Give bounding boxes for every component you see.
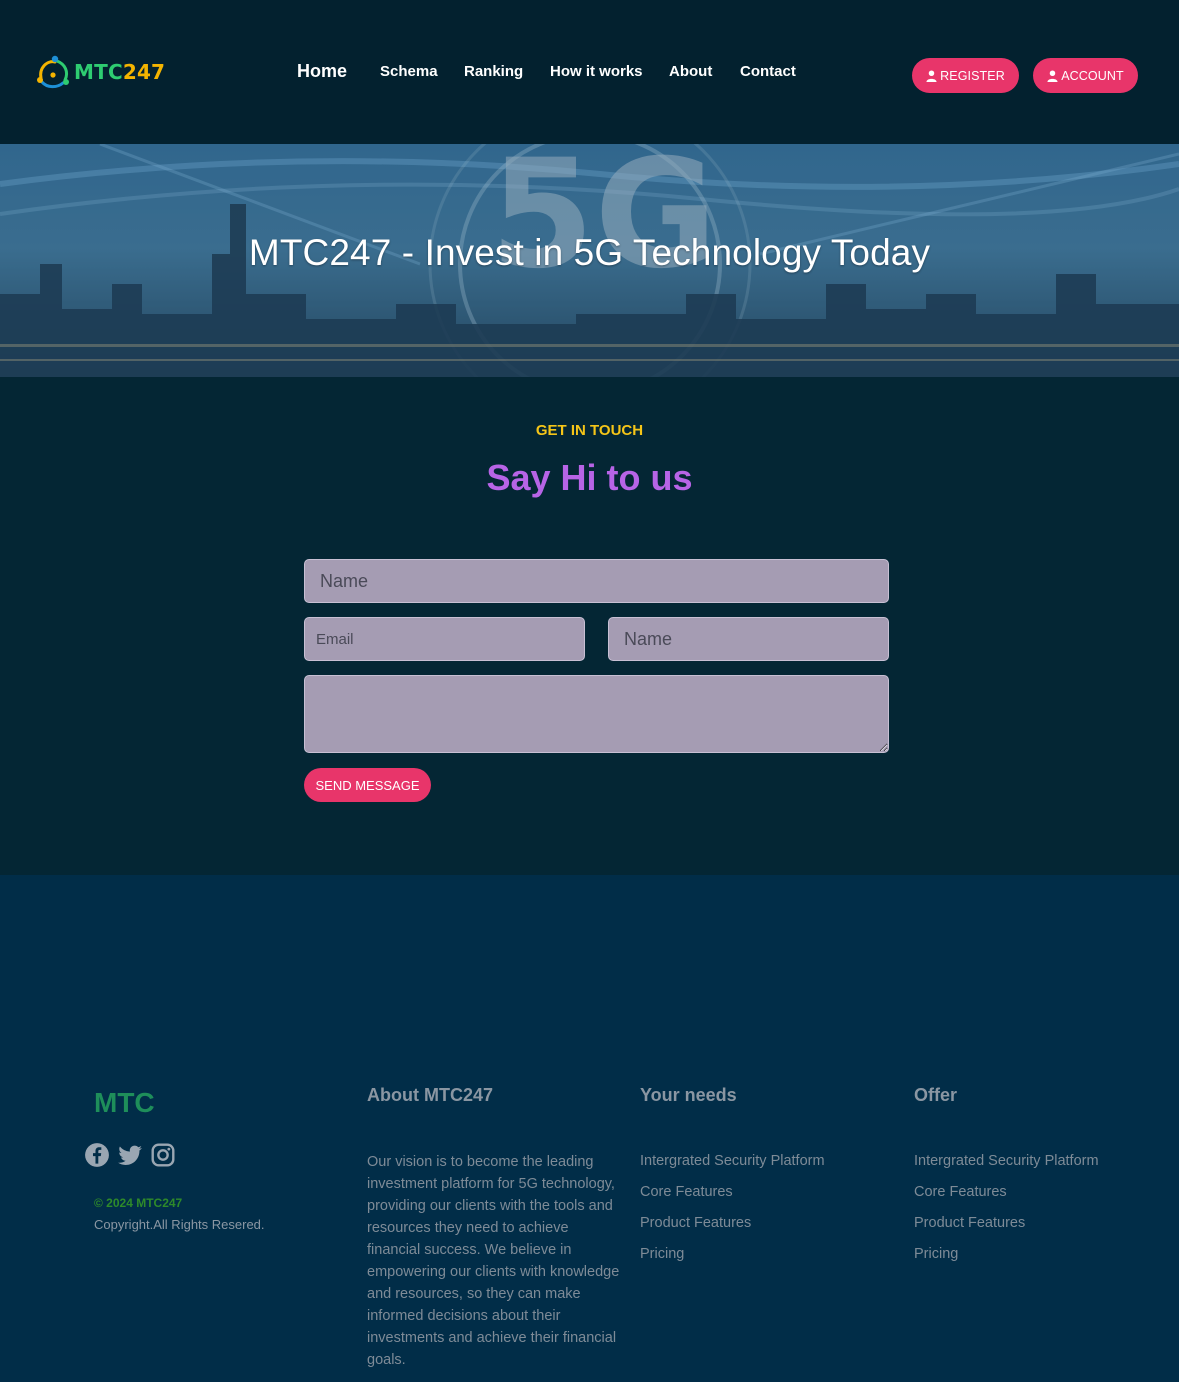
contact-eyebrow: GET IN TOUCH <box>535 422 644 439</box>
offer-link-pricing[interactable]: Pricing <box>914 1244 1099 1275</box>
needs-link-list: Intergrated Security Platform Core Featu… <box>640 1151 825 1275</box>
offer-link-security[interactable]: Intergrated Security Platform <box>914 1151 1099 1182</box>
nav-about[interactable]: About <box>669 60 712 84</box>
nav-schema[interactable]: Schema <box>380 60 438 84</box>
account-label: ACCOUNT <box>1061 68 1124 83</box>
nav-home[interactable]: Home <box>297 59 347 83</box>
needs-link-pricing[interactable]: Pricing <box>640 1244 825 1275</box>
nav-how-it-works[interactable]: How it works <box>550 60 643 84</box>
needs-link-core[interactable]: Core Features <box>640 1182 825 1213</box>
hero-title: MTC247 - Invest in 5G Technology Today <box>248 232 931 273</box>
account-button[interactable]: ACCOUNT <box>1033 58 1138 93</box>
contact-heading: Say Hi to us <box>486 457 693 498</box>
copyright-year: © 2024 MTC247 <box>94 1196 183 1210</box>
offer-link-core[interactable]: Core Features <box>914 1182 1099 1213</box>
message-textarea[interactable] <box>304 675 889 753</box>
offer-link-list: Intergrated Security Platform Core Featu… <box>914 1151 1099 1275</box>
needs-column-title: Your needs <box>640 1085 737 1105</box>
send-message-button[interactable]: SEND MESSAGE <box>304 768 431 802</box>
user-icon <box>1047 70 1058 82</box>
copyright-rights: Copyright.All Rights Resered. <box>94 1217 265 1232</box>
nav-contact[interactable]: Contact <box>740 60 796 84</box>
offer-column-title: Offer <box>914 1085 958 1105</box>
about-column-text: Our vision is to become the leading inve… <box>367 1154 620 1368</box>
name-input[interactable] <box>304 559 889 603</box>
nav-ranking[interactable]: Ranking <box>464 60 523 84</box>
about-column-title: About MTC247 <box>367 1085 493 1105</box>
email-input[interactable] <box>304 617 585 661</box>
needs-link-product[interactable]: Product Features <box>640 1213 825 1244</box>
register-label: REGISTER <box>940 68 1005 83</box>
social-links <box>84 1142 176 1168</box>
facebook-icon[interactable] <box>84 1142 110 1168</box>
register-button[interactable]: REGISTER <box>912 58 1019 93</box>
twitter-icon[interactable] <box>117 1142 143 1168</box>
hero-banner: 5G MTC247 - Invest in 5G Technology Toda… <box>0 144 1179 377</box>
instagram-icon[interactable] <box>150 1142 176 1168</box>
site-header: MTC247 Home Schema Ranking How it works … <box>0 0 1179 144</box>
needs-link-security[interactable]: Intergrated Security Platform <box>640 1151 825 1182</box>
footer-brand: MTC <box>94 1087 155 1118</box>
site-footer: MTC © 2024 MTC247 Copyright.All Rights R… <box>0 875 1179 1382</box>
contact-section: GET IN TOUCH Say Hi to us SEND MESSAGE <box>0 377 1179 875</box>
offer-link-product[interactable]: Product Features <box>914 1213 1099 1244</box>
user-icon <box>926 70 937 82</box>
name-input-secondary[interactable] <box>608 617 889 661</box>
